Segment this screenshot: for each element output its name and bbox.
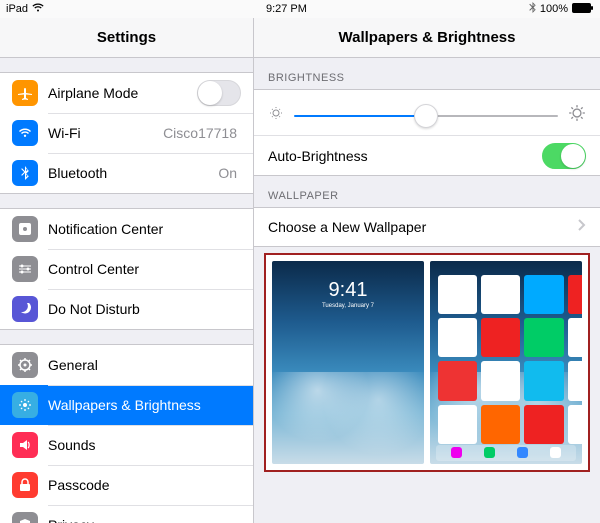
app-icon [568,275,582,314]
status-device: iPad [6,3,28,15]
wallpapers-brightness-icon [12,392,38,418]
passcode-icon [12,472,38,498]
sidebar-item-control-center[interactable]: Control Center [0,249,253,289]
status-time: 9:27 PM [266,3,307,15]
choose-wallpaper-row[interactable]: Choose a New Wallpaper [254,207,600,247]
brightness-heading: BRIGHTNESS [254,58,600,89]
app-icon [524,275,563,314]
lock-preview-date: Tuesday, January 7 [272,303,424,309]
settings-sidebar: Settings Airplane Mode Wi-Fi Cisco17718 … [0,18,254,523]
status-bar: iPad 9:27 PM 100% [0,0,600,18]
app-icon [568,318,582,357]
wallpaper-heading: WALLPAPER [254,176,600,207]
sidebar-item-notification-center[interactable]: Notification Center [0,209,253,249]
app-icon [481,318,520,357]
app-icon [438,275,477,314]
bluetooth-label: Bluetooth [48,165,218,181]
app-icon [481,405,520,444]
lock-preview-time: 9:41 [272,279,424,302]
app-icon [568,405,582,444]
wifi-icon [32,3,44,15]
app-icon [524,361,563,400]
notification-center-label: Notification Center [48,221,241,237]
app-icon [438,405,477,444]
app-icon [524,405,563,444]
wallpaper-previews: 9:41 Tuesday, January 7 [264,253,590,472]
detail-pane: Wallpapers & Brightness BRIGHTNESS Auto-… [254,18,600,523]
dock-app-icon [484,447,495,458]
status-battery-pct: 100% [540,3,568,15]
brightness-high-icon [568,104,586,127]
auto-brightness-switch[interactable] [542,143,586,169]
airplane-label: Airplane Mode [48,85,197,101]
sounds-label: Sounds [48,437,241,453]
control-center-label: Control Center [48,261,241,277]
wifi-icon [12,120,38,146]
dock-app-icon [550,447,561,458]
app-icon [524,318,563,357]
notification-center-icon [12,216,38,242]
battery-icon [572,3,594,16]
choose-wallpaper-label: Choose a New Wallpaper [268,219,578,235]
chevron-right-icon [578,218,586,236]
app-icon [481,275,520,314]
app-icon [481,361,520,400]
airplane-switch[interactable] [197,80,241,106]
sounds-icon [12,432,38,458]
bluetooth-icon [529,2,536,16]
auto-brightness-label: Auto-Brightness [268,148,542,164]
detail-title: Wallpapers & Brightness [254,18,600,58]
app-icon [568,361,582,400]
sidebar-item-bluetooth[interactable]: Bluetooth On [0,153,253,193]
brightness-slider-thumb[interactable] [414,104,438,128]
privacy-label: Privacy [48,517,241,523]
dock-app-icon [451,447,462,458]
brightness-low-icon [268,105,284,126]
wallpapers-brightness-label: Wallpapers & Brightness [48,397,241,413]
sidebar-item-privacy[interactable]: Privacy [0,505,253,523]
sidebar-item-wifi[interactable]: Wi-Fi Cisco17718 [0,113,253,153]
do-not-disturb-icon [12,296,38,322]
wifi-label: Wi-Fi [48,125,163,141]
app-icon [438,361,477,400]
do-not-disturb-label: Do Not Disturb [48,301,241,317]
general-icon [12,352,38,378]
privacy-icon [12,512,38,523]
dock-app-icon [517,447,528,458]
wifi-detail: Cisco17718 [163,125,237,141]
sidebar-item-passcode[interactable]: Passcode [0,465,253,505]
sidebar-item-do-not-disturb[interactable]: Do Not Disturb [0,289,253,329]
airplane-icon [12,80,38,106]
sidebar-title: Settings [0,18,253,58]
control-center-icon [12,256,38,282]
sidebar-item-general[interactable]: General [0,345,253,385]
wallpaper-preview-home[interactable] [430,261,582,464]
wallpaper-preview-lock[interactable]: 9:41 Tuesday, January 7 [272,261,424,464]
sidebar-item-sounds[interactable]: Sounds [0,425,253,465]
brightness-slider[interactable] [294,115,558,117]
sidebar-item-airplane[interactable]: Airplane Mode [0,73,253,113]
bluetooth-icon [12,160,38,186]
bluetooth-detail: On [218,165,237,181]
app-icon [438,318,477,357]
passcode-label: Passcode [48,477,241,493]
sidebar-item-wallpapers-brightness[interactable]: Wallpapers & Brightness [0,385,253,425]
general-label: General [48,357,241,373]
